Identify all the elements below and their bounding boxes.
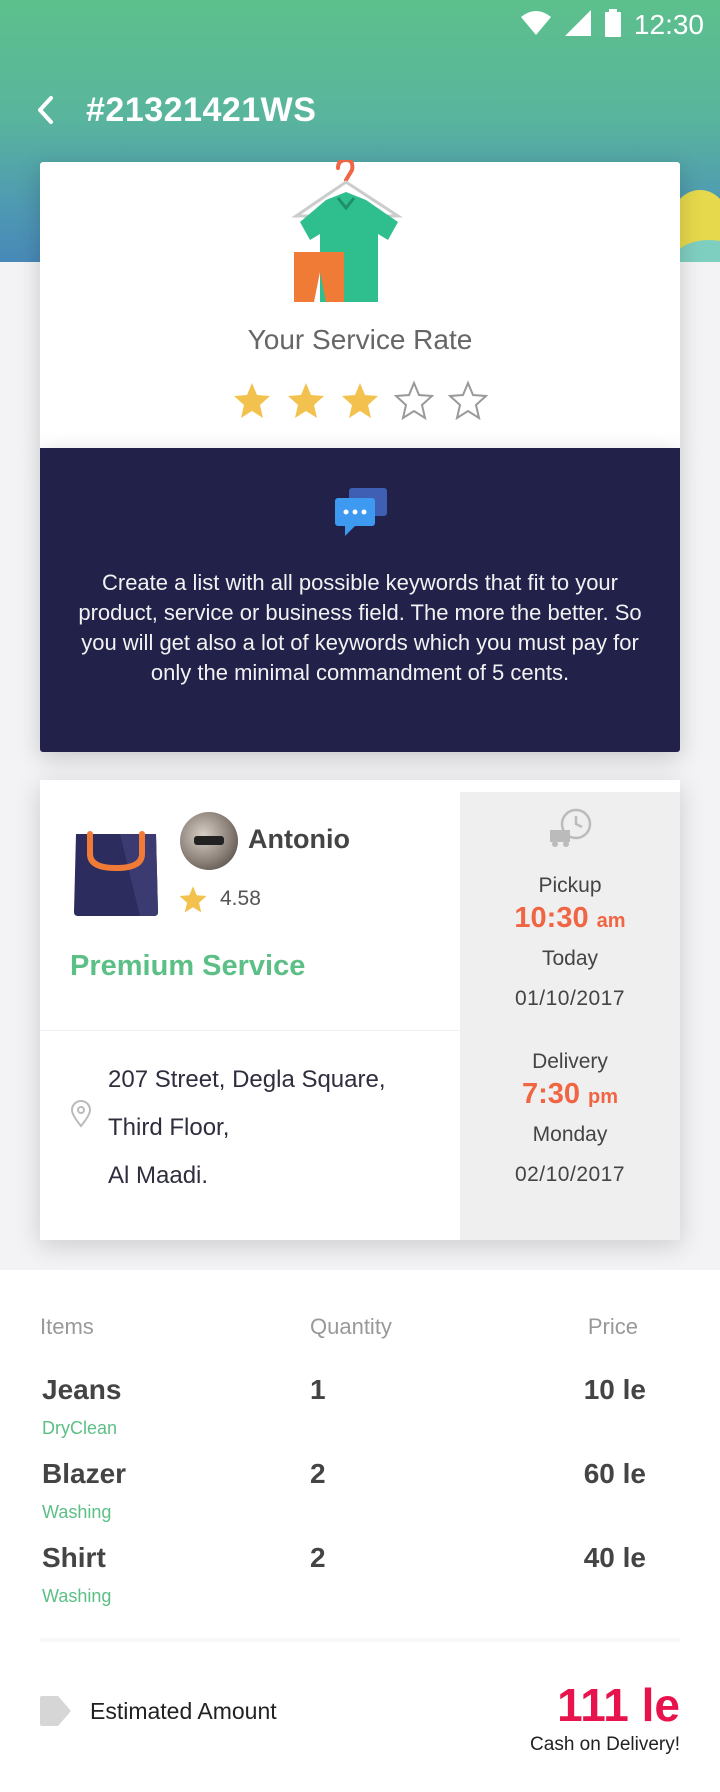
item-name: Shirt — [42, 1542, 106, 1573]
location-pin-icon — [70, 1100, 92, 1133]
item-quantity: 1 — [310, 1374, 326, 1405]
item-price: 60 le — [583, 1458, 646, 1489]
pickup-slot: Pickup 10:30 am Today 01/10/2017 — [460, 874, 680, 1011]
address-line: Al Maadi. — [108, 1162, 209, 1189]
clock-truck-icon — [550, 808, 592, 853]
star-outline-icon[interactable] — [448, 380, 488, 420]
provider-rating-value: 4.58 — [220, 887, 261, 910]
address: 207 Street, Degla Square, Third Floor, A… — [108, 1056, 386, 1200]
table-row: Blazer Washing 2 60 le — [0, 1458, 720, 1542]
star-icon — [179, 886, 207, 913]
items-column-header: Items — [40, 1314, 94, 1339]
item-quantity: 2 — [310, 1542, 326, 1573]
provider-section: Antonio 4.58 Premium Service 207 Street,… — [40, 780, 460, 1240]
provider-rating: 4.58 — [178, 884, 261, 914]
service-rate-title: Your Service Rate — [247, 324, 473, 355]
items-section: Items Quantity Price Jeans DryClean 1 10… — [0, 1270, 720, 1792]
pickup-time: 10:30 am — [460, 902, 680, 935]
avatar[interactable] — [180, 812, 238, 870]
delivery-time-value: 7:30 — [521, 1078, 580, 1110]
star-icon[interactable] — [340, 380, 380, 420]
payment-method: Cash on Delivery! — [530, 1734, 680, 1755]
estimated-amount-value: 111 le — [557, 1679, 680, 1731]
estimated-amount-label: Estimated Amount — [90, 1698, 277, 1724]
pickup-date: 01/10/2017 — [514, 987, 626, 1010]
star-icon[interactable] — [286, 380, 326, 420]
divider — [40, 1030, 460, 1031]
delivery-date: 02/10/2017 — [514, 1163, 626, 1186]
item-name: Jeans — [42, 1374, 122, 1405]
schedule-section: Pickup 10:30 am Today 01/10/2017 Deliver… — [460, 792, 680, 1240]
status-bar: 12:30 — [0, 0, 720, 50]
delivery-day: Monday — [532, 1123, 608, 1146]
battery-icon — [604, 8, 622, 42]
star-rating[interactable] — [40, 380, 680, 420]
item-name: Blazer — [42, 1458, 127, 1489]
item-price: 40 le — [583, 1542, 646, 1573]
tip-card: Create a list with all possible keywords… — [40, 448, 680, 752]
divider — [40, 1638, 680, 1642]
item-service: Washing — [42, 1586, 112, 1606]
price-column-header: Price — [587, 1314, 638, 1339]
pickup-day: Today — [541, 947, 599, 970]
hanger-clothes-icon — [290, 157, 420, 310]
order-id-title: #21321421WS — [86, 90, 317, 129]
service-type-label: Premium Service — [70, 950, 306, 982]
item-service: Washing — [42, 1502, 112, 1522]
chat-bubbles-icon — [335, 488, 389, 543]
pickup-time-value: 10:30 — [514, 902, 589, 934]
item-price: 10 le — [583, 1374, 646, 1405]
quantity-column-header: Quantity — [310, 1314, 392, 1339]
delivery-label: Delivery — [532, 1050, 608, 1073]
item-quantity: 2 — [310, 1458, 326, 1489]
status-time: 12:30 — [633, 9, 704, 40]
delivery-time: 7:30 pm — [460, 1078, 680, 1111]
top-app-bar: #21321421WS — [28, 80, 316, 140]
back-button[interactable] — [28, 88, 64, 132]
provider-name: Antonio — [248, 824, 350, 854]
address-line: 207 Street, Degla Square, — [108, 1066, 386, 1093]
tag-icon — [40, 1696, 72, 1731]
shopping-bag-icon — [70, 820, 162, 923]
star-outline-icon[interactable] — [394, 380, 434, 420]
delivery-slot: Delivery 7:30 pm Monday 02/10/2017 — [460, 1050, 680, 1187]
delivery-ampm: pm — [588, 1086, 619, 1108]
star-icon[interactable] — [232, 380, 272, 420]
back-arrow-icon — [38, 96, 53, 124]
table-row: Jeans DryClean 1 10 le — [0, 1374, 720, 1458]
tip-text: Create a list with all possible keywords… — [78, 570, 642, 685]
item-service: DryClean — [42, 1418, 118, 1438]
address-line: Third Floor, — [108, 1114, 230, 1141]
signal-icon — [564, 9, 592, 42]
pickup-ampm: am — [596, 910, 626, 932]
pickup-label: Pickup — [538, 874, 602, 897]
order-details-card: Antonio 4.58 Premium Service 207 Street,… — [40, 780, 680, 1240]
wifi-icon — [520, 10, 552, 41]
table-row: Shirt Washing 2 40 le — [0, 1542, 720, 1626]
